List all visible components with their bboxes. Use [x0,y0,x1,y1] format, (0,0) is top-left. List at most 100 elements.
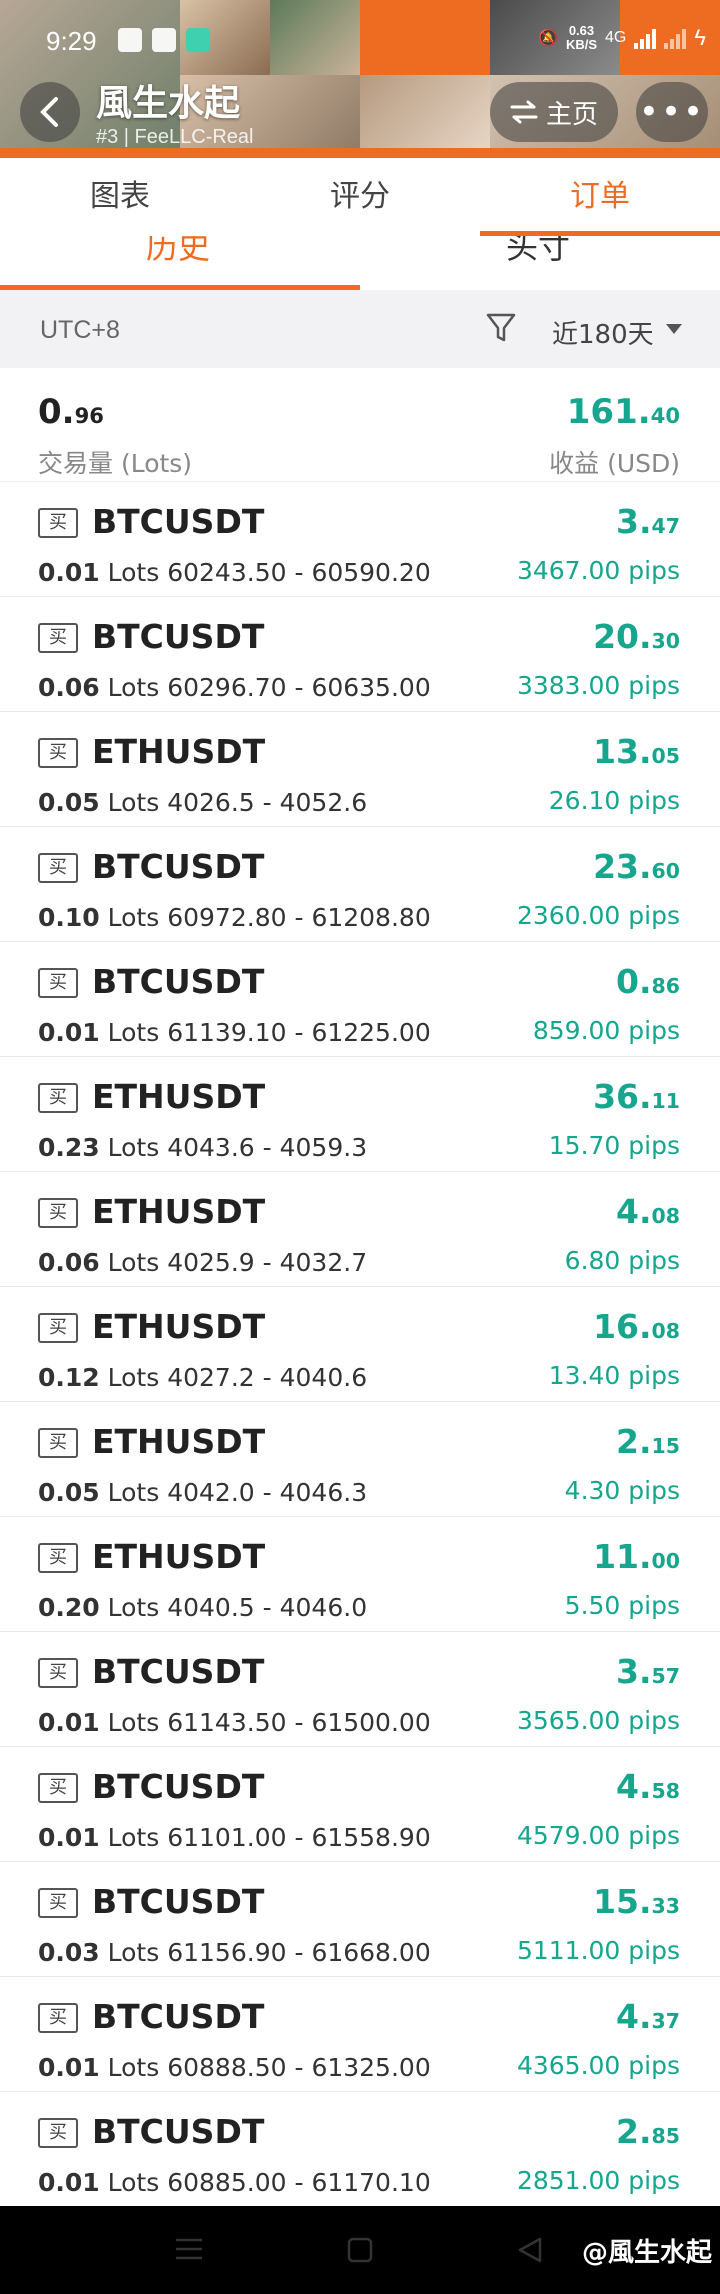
order-open-price: 60885.00 [167,2168,287,2197]
order-profit-dec: 08 [651,1204,680,1228]
menu-icon[interactable] [174,2236,204,2262]
order-row[interactable]: 买 BTCUSDT 0.10 Lots 60972.80 - 61208.80 … [0,827,720,942]
order-pips: 4.30 pips [564,1476,680,1505]
order-close-price: 61170.10 [311,2168,431,2197]
order-lots-unit: Lots [107,903,160,932]
order-details: 0.12 Lots 4027.2 - 4040.6 [38,1363,368,1392]
order-profit: 4.58 [616,1767,680,1806]
total-profit-int: 161. [566,392,651,432]
order-row[interactable]: 买 BTCUSDT 0.01 Lots 61139.10 - 61225.00 … [0,942,720,1057]
order-profit-dec: 30 [651,629,680,653]
order-profit-dec: 57 [651,1664,680,1688]
order-lots: 0.12 [38,1363,100,1392]
order-close-price: 61558.90 [311,1823,431,1852]
charging-icon: ϟ [694,25,706,50]
order-lots: 0.03 [38,1938,100,1967]
total-profit-dec: 40 [650,403,680,428]
order-close-price: 61225.00 [311,1018,431,1047]
order-lots-unit: Lots [107,1708,160,1737]
home-button[interactable]: 主页 [490,82,618,142]
order-row[interactable]: 买 ETHUSDT 0.05 Lots 4042.0 - 4046.3 2.15… [0,1402,720,1517]
subtab-history[interactable]: 历史 [146,236,210,268]
order-pips: 4579.00 pips [516,1821,680,1850]
order-profit: 2.85 [616,2112,680,2151]
tab-orders[interactable]: 订单 [480,158,720,236]
order-profit: 11.00 [593,1537,680,1576]
order-symbol: BTCUSDT [92,1882,265,1921]
filter-bar: UTC+8 近180天 [0,290,720,368]
order-open-price: 60296.70 [167,673,287,702]
order-row[interactable]: 买 BTCUSDT 0.01 Lots 61101.00 - 61558.90 … [0,1747,720,1862]
order-row[interactable]: 买 BTCUSDT 0.03 Lots 61156.90 - 61668.00 … [0,1862,720,1977]
watermark: @風生水起 [581,2238,712,2268]
order-row[interactable]: 买 ETHUSDT 0.12 Lots 4027.2 - 4040.6 16.0… [0,1287,720,1402]
caret-down-icon[interactable] [666,324,682,334]
order-symbol: ETHUSDT [92,1422,266,1461]
order-pips: 26.10 pips [548,786,680,815]
status-time: 9:29 [46,26,97,56]
order-row[interactable]: 买 BTCUSDT 0.01 Lots 60885.00 - 61170.10 … [0,2092,720,2207]
message-icon [186,28,210,52]
order-open-price: 61139.10 [167,1018,287,1047]
order-profit-dec: 15 [651,1434,680,1458]
side-badge: 买 [38,2118,78,2148]
order-profit-dec: 08 [651,1319,680,1343]
back-nav-icon[interactable] [516,2236,544,2264]
order-profit-dec: 85 [651,2124,680,2148]
status-right: 🔕 0.63 KB/S 4G ϟ [538,24,706,52]
order-row[interactable]: 买 ETHUSDT 0.06 Lots 4025.9 - 4032.7 4.08… [0,1172,720,1287]
order-symbol: ETHUSDT [92,1192,266,1231]
total-profit: 161.40 [567,392,680,432]
order-pips: 5111.00 pips [516,1936,680,1965]
order-profit: 16.08 [593,1307,680,1346]
order-lots: 0.06 [38,673,100,702]
order-row[interactable]: 买 BTCUSDT 0.01 Lots 60888.50 - 61325.00 … [0,1977,720,2092]
range-select[interactable]: 近180天 [552,314,654,351]
order-details: 0.01 Lots 61139.10 - 61225.00 [38,1018,431,1047]
order-row[interactable]: 买 BTCUSDT 0.06 Lots 60296.70 - 60635.00 … [0,597,720,712]
side-badge: 买 [38,1313,78,1343]
subtab-positions[interactable]: 头寸 [506,236,570,268]
back-arrow-icon [40,97,58,127]
side-badge: 买 [38,1428,78,1458]
order-profit-int: 15. [593,1882,652,1921]
order-details: 0.06 Lots 4025.9 - 4032.7 [38,1248,368,1277]
order-open-price: 4025.9 [167,1248,255,1277]
order-symbol: BTCUSDT [92,1767,265,1806]
order-row[interactable]: 买 ETHUSDT 0.20 Lots 4040.5 - 4046.0 11.0… [0,1517,720,1632]
more-button[interactable]: ••• [636,82,708,142]
order-lots: 0.05 [38,1478,100,1507]
profile-header: 9:29 🔕 0.63 KB/S 4G ϟ 風生水起 #3 | FeeLLC-R… [0,0,720,158]
side-badge: 买 [38,1198,78,1228]
order-open-price: 60888.50 [167,2053,287,2082]
telegram-icon [118,28,142,52]
side-badge: 买 [38,1083,78,1113]
back-button[interactable] [20,82,80,142]
order-lots-unit: Lots [107,2053,160,2082]
filter-icon[interactable] [486,312,516,344]
order-profit-dec: 47 [651,514,680,538]
order-symbol: BTCUSDT [92,847,265,886]
order-profit: 15.33 [593,1882,680,1921]
order-row[interactable]: 买 BTCUSDT 0.01 Lots 61143.50 - 61500.00 … [0,1632,720,1747]
order-details: 0.01 Lots 60885.00 - 61170.10 [38,2168,431,2197]
order-profit-int: 2. [616,1422,652,1461]
order-open-price: 4026.5 [167,788,255,817]
home-icon[interactable] [346,2236,374,2264]
order-row[interactable]: 买 ETHUSDT 0.05 Lots 4026.5 - 4052.6 13.0… [0,712,720,827]
order-open-price: 61156.90 [167,1938,287,1967]
order-details: 0.03 Lots 61156.90 - 61668.00 [38,1938,431,1967]
order-row[interactable]: 买 ETHUSDT 0.23 Lots 4043.6 - 4059.3 36.1… [0,1057,720,1172]
order-close-price: 61500.00 [311,1708,431,1737]
tab-rating[interactable]: 评分 [240,158,480,236]
order-profit-int: 13. [593,732,652,771]
side-badge: 买 [38,1888,78,1918]
order-close-price: 61325.00 [311,2053,431,2082]
tab-chart[interactable]: 图表 [0,158,240,236]
order-close-price: 61668.00 [311,1938,431,1967]
order-lots: 0.06 [38,1248,100,1277]
order-profit-int: 4. [616,1767,652,1806]
order-row[interactable]: 买 BTCUSDT 0.01 Lots 60243.50 - 60590.20 … [0,482,720,597]
order-profit-int: 16. [593,1307,652,1346]
order-profit: 4.37 [616,1997,680,2036]
